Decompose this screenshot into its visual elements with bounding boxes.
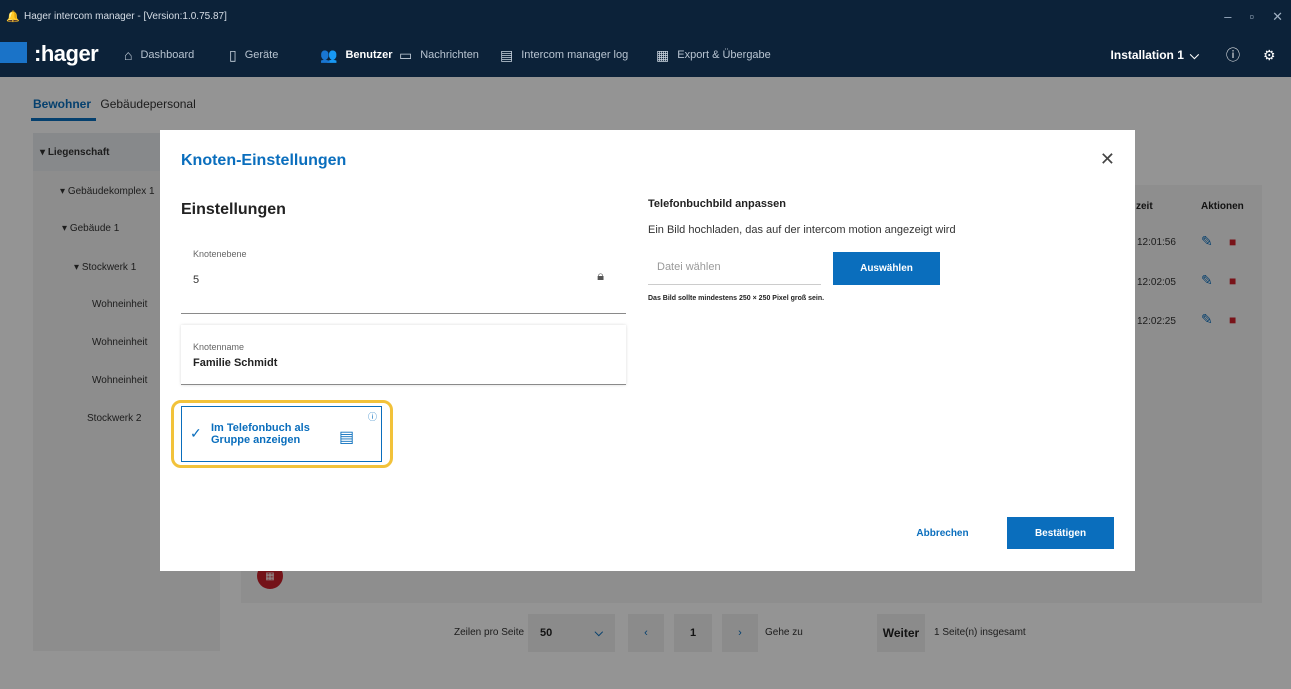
lock-icon: 🔒︎: [597, 268, 604, 283]
check-icon: ✓: [190, 425, 202, 441]
nav-export[interactable]: ▦ Export & Übergabe: [656, 33, 771, 77]
phonebook-image-title: Telefonbuchbild anpassen: [648, 198, 786, 210]
home-icon: ⌂: [124, 47, 133, 63]
nav-nachrichten-label: Nachrichten: [420, 49, 479, 61]
nav-dashboard-label: Dashboard: [140, 49, 195, 61]
node-level-field: Knotenebene 5 🔒︎: [181, 233, 626, 314]
device-icon: ▯: [229, 46, 237, 63]
node-settings-dialog: Knoten-Einstellungen ✕ Einstellungen Kno…: [160, 130, 1135, 571]
nav-geraete-label: Geräte: [244, 49, 279, 61]
window-titlebar: 🔔 Hager intercom manager - [Version:1.0.…: [0, 0, 1291, 33]
node-name-value: Familie Schmidt: [193, 357, 278, 369]
window-title: Hager intercom manager - [Version:1.0.75…: [24, 11, 227, 22]
nav-geraete[interactable]: ▯ Geräte: [229, 33, 278, 77]
gear-icon[interactable]: ⚙: [1263, 33, 1276, 77]
phonebook-image-description: Ein Bild hochladen, das auf der intercom…: [648, 224, 956, 236]
confirm-button[interactable]: Bestätigen: [1007, 517, 1114, 549]
message-icon: ▭: [399, 46, 413, 63]
node-level-value: 5: [193, 274, 200, 286]
installation-dropdown[interactable]: Installation 1 ⌵: [1111, 33, 1199, 77]
brand-accent: [0, 42, 27, 63]
hager-logo: :hager: [34, 41, 99, 66]
nav-benutzer[interactable]: 👥 Benutzer: [320, 33, 393, 77]
nav-log[interactable]: ▤ Intercom manager log: [500, 33, 628, 77]
select-file-button[interactable]: Auswählen: [833, 252, 940, 285]
nav-benutzer-label: Benutzer: [345, 49, 393, 61]
cancel-button[interactable]: Abbrechen: [900, 517, 985, 549]
nav-nachrichten[interactable]: ▭ Nachrichten: [399, 33, 479, 77]
phonebook-group-label: Im Telefonbuch als Gruppe anzeigen: [211, 422, 310, 446]
node-name-field[interactable]: Knotenname Familie Schmidt: [181, 325, 626, 385]
file-input[interactable]: Datei wählen: [648, 252, 821, 285]
phonebook-group-toggle[interactable]: ✓ Im Telefonbuch als Gruppe anzeigen ▤ ⓘ: [181, 406, 382, 462]
dialog-title: Knoten-Einstellungen: [181, 152, 347, 169]
phonebook-icon: ▤: [339, 429, 355, 446]
installation-label: Installation 1: [1110, 48, 1184, 62]
node-level-label: Knotenebene: [193, 249, 247, 259]
main-navbar: :hager ⌂ Dashboard ▯ Geräte 👥 Benutzer ▭…: [0, 33, 1291, 77]
nav-log-label: Intercom manager log: [521, 49, 629, 61]
users-icon: 👥: [320, 46, 338, 63]
minimize-button[interactable]: –: [1224, 9, 1231, 24]
close-window-button[interactable]: ✕: [1272, 9, 1283, 25]
bell-icon: 🔔: [6, 10, 20, 23]
nav-dashboard[interactable]: ⌂ Dashboard: [124, 33, 194, 77]
chevron-down-icon: ⌵: [1189, 47, 1199, 62]
log-icon: ▤: [500, 46, 514, 63]
section-title: Einstellungen: [181, 201, 286, 218]
image-size-hint: Das Bild sollte mindestens 250 × 250 Pix…: [648, 295, 825, 302]
export-icon: ▦: [656, 46, 670, 63]
help-icon[interactable]: ⓘ: [1226, 33, 1240, 77]
node-name-label: Knotenname: [193, 342, 245, 352]
maximize-button[interactable]: ▫: [1249, 9, 1254, 24]
window-controls: – ▫ ✕: [1224, 0, 1283, 33]
nav-export-label: Export & Übergabe: [677, 49, 771, 61]
close-icon[interactable]: ✕: [1100, 149, 1115, 170]
info-icon[interactable]: ⓘ: [368, 410, 377, 423]
